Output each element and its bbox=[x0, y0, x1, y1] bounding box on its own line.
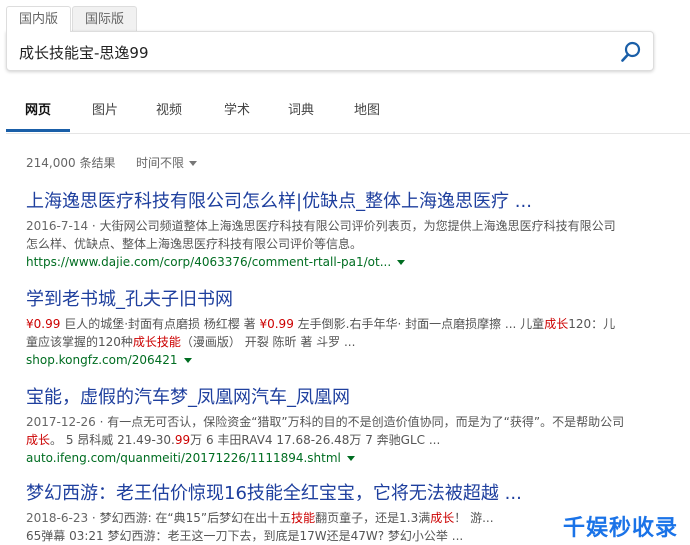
result-count: 214,000 条结果 bbox=[26, 156, 116, 170]
result-date: 2017-12-26 bbox=[26, 415, 96, 429]
snippet-text: 左手倒影.右手年华· 封面一点磨损摩擦 ... 儿童 bbox=[297, 317, 545, 331]
highlight-term: 技能 bbox=[291, 511, 316, 525]
snippet-text: ！ 游... bbox=[454, 511, 494, 525]
search-box bbox=[6, 31, 654, 71]
tab-international[interactable]: 国际版 bbox=[72, 6, 138, 32]
url-menu-icon[interactable] bbox=[346, 456, 355, 461]
price: ¥0.99 bbox=[259, 317, 294, 331]
tab-web[interactable]: 网页 bbox=[6, 96, 70, 132]
result-url[interactable]: auto.ifeng.com/quanmeiti/20171226/111189… bbox=[26, 449, 666, 467]
result-title-link[interactable]: 上海逸思医疗科技有限公司怎么样|优缺点_整体上海逸思医疗 ... bbox=[26, 190, 666, 214]
snippet-text: 万 6 丰田RAV4 17.68-26.48万 7 奔驰GLC ... bbox=[190, 433, 441, 447]
search-input[interactable] bbox=[19, 39, 609, 65]
snippet-text: 大街网公司频道整体上海逸思医疗科技有限公司评价列表页，为您提供上海逸思医疗科技有… bbox=[26, 219, 616, 251]
result-date: 2018-6-23 bbox=[26, 511, 89, 525]
result-date: 2016-7-14 bbox=[26, 219, 89, 233]
highlight-term: 成长技能 bbox=[132, 335, 181, 349]
result-title-link[interactable]: 梦幻西游：老王估价惊现16技能全红宝宝，它将无法被超越 ... bbox=[26, 482, 666, 506]
result-snippet: 2017-12-26 · 有一点无可否认，保险资金“猎取”万科的目的不是创造价值… bbox=[26, 415, 625, 447]
chevron-down-icon bbox=[189, 161, 198, 166]
result-url-text: https://www.dajie.com/corp/4063376/comme… bbox=[26, 255, 392, 269]
result-url[interactable]: https://www.dajie.com/corp/4063376/comme… bbox=[26, 253, 666, 271]
snippet-text: 梦幻西游: 在“典15”后梦幻在出十五 bbox=[99, 511, 292, 525]
search-nav: 网页 图片 视频 学术 词典 地图 bbox=[6, 96, 690, 134]
snippet-text: 翻页童子，还是1.3满 bbox=[315, 511, 431, 525]
result-snippet: ¥0.99 巨人的城堡·封面有点磨损 杨红樱 著 ¥0.99 左手倒影.右手年华… bbox=[26, 315, 626, 351]
snippet-text: 有一点无可否认，保险资金“猎取”万科的目的不是创造价值协同，而是为了“获得”。不… bbox=[107, 415, 625, 429]
region-tabs: 国内版 国际版 bbox=[6, 6, 690, 32]
search-icon[interactable] bbox=[619, 40, 643, 64]
snippet-text: 巨人的城堡·封面有点磨损 杨红樱 著 bbox=[64, 317, 256, 331]
result-url-text: auto.ifeng.com/quanmeiti/20171226/111189… bbox=[26, 451, 341, 465]
search-result: 上海逸思医疗科技有限公司怎么样|优缺点_整体上海逸思医疗 ... 2016-7-… bbox=[26, 190, 666, 271]
tab-maps[interactable]: 地图 bbox=[354, 96, 380, 132]
highlight-term: 成长 bbox=[430, 511, 455, 525]
snippet-text: （漫画版） 开裂 陈昕 著 斗罗 ... bbox=[180, 335, 356, 349]
tab-domestic[interactable]: 国内版 bbox=[6, 6, 72, 32]
search-result: 宝能，虚假的汽车梦_凤凰网汽车_凤凰网 2017-12-26 · 有一点无可否认… bbox=[26, 386, 666, 467]
result-url[interactable]: shop.kongfz.com/206421 bbox=[26, 351, 666, 369]
price: ¥0.99 bbox=[26, 317, 61, 331]
snippet-text: 65弹幕 03:21 梦幻西游：老王这一刀下去，到底是17W还是47W? 梦幻小… bbox=[26, 529, 464, 543]
time-filter-label: 时间不限 bbox=[136, 156, 185, 170]
highlight-term: 成长 bbox=[26, 433, 51, 447]
highlight-term: 99 bbox=[174, 433, 191, 447]
tab-images[interactable]: 图片 bbox=[92, 96, 118, 132]
result-title-link[interactable]: 宝能，虚假的汽车梦_凤凰网汽车_凤凰网 bbox=[26, 386, 666, 410]
tab-videos[interactable]: 视频 bbox=[156, 96, 182, 132]
result-title-link[interactable]: 学到老书城_孔夫子旧书网 bbox=[26, 288, 666, 312]
watermark-logo: 千娱秒收录 bbox=[558, 508, 682, 542]
tab-dictionary[interactable]: 词典 bbox=[288, 96, 314, 132]
result-snippet: 2016-7-14 · 大街网公司频道整体上海逸思医疗科技有限公司评价列表页，为… bbox=[26, 219, 616, 251]
url-menu-icon[interactable] bbox=[183, 358, 192, 363]
time-filter-dropdown[interactable]: 时间不限 bbox=[136, 154, 198, 171]
result-snippet: 2018-6-23 · 梦幻西游: 在“典15”后梦幻在出十五技能翻页童子，还是… bbox=[26, 511, 494, 543]
snippet-text: 。 5 昂科威 21.49-30. bbox=[50, 433, 175, 447]
tab-academic[interactable]: 学术 bbox=[224, 96, 250, 132]
result-url-text: shop.kongfz.com/206421 bbox=[26, 353, 178, 367]
url-menu-icon[interactable] bbox=[397, 260, 406, 265]
highlight-term: 成长 bbox=[544, 317, 569, 331]
search-result: 学到老书城_孔夫子旧书网 ¥0.99 巨人的城堡·封面有点磨损 杨红樱 著 ¥0… bbox=[26, 288, 666, 369]
